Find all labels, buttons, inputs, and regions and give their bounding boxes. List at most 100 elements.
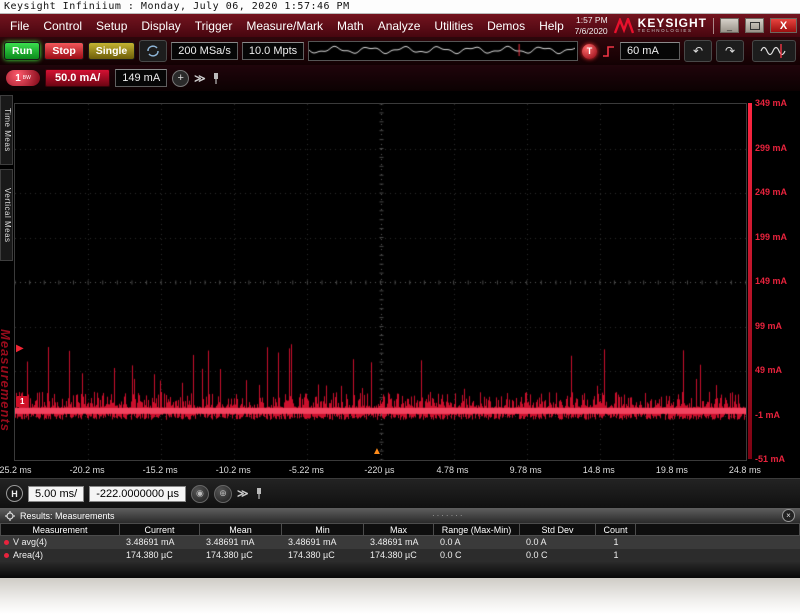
scope-canvas[interactable] [15,104,746,460]
menu-item[interactable]: Trigger [188,19,240,33]
column-header: Std Dev [520,523,596,536]
desktop-background [0,578,800,614]
table-row[interactable]: V avg(4) 3.48691 mA3.48691 mA3.48691 mA3… [0,536,800,549]
trigger-level-marker[interactable]: ▶ [16,344,24,354]
measurement-value: 174.380 µC [200,549,282,562]
y-axis-label: -51 mA [755,454,797,464]
column-header: Min [282,523,364,536]
scope-display-area: Time Meas Vertical Meas Measurements ▶ 1… [0,91,800,464]
trigger-source-button[interactable]: T [582,44,597,59]
table-row[interactable]: Area(4) 174.380 µC174.380 µC174.380 µC17… [0,549,800,562]
menu-bar: FileControlSetupDisplayTriggerMeasure/Ma… [0,14,800,37]
results-panel-bottom-fade [0,562,800,578]
timebase-field[interactable]: 5.00 ms/ [28,486,84,502]
gear-icon[interactable] [5,511,15,521]
trigger-edge-icon[interactable] [601,44,616,59]
channel-expand-button[interactable]: ≫ [194,72,206,85]
column-header: Count [596,523,636,536]
menu-item[interactable]: Control [36,19,89,33]
acquisition-toolbar: Run Stop Single 200 MSa/s 10.0 Mpts T 60… [0,37,800,65]
add-channel-button[interactable]: + [172,70,189,87]
x-axis-label: 9.78 ms [505,465,547,475]
channel-bw-tag: BW [23,76,31,81]
pin-icon[interactable] [211,72,221,85]
column-header-filler [636,523,800,536]
x-axis-label: 24.8 ms [724,465,766,475]
title-bar: Keysight Infiniium : Monday, July 06, 20… [0,0,800,14]
x-axis-labels: -25.2 ms-20.2 ms-15.2 ms-10.2 ms-5.22 ms… [0,465,766,475]
close-icon: X [780,20,787,32]
measurement-name: Area(4) [13,549,43,562]
channel-scale-strip[interactable] [748,103,752,459]
channel-scale-field[interactable]: 50.0 mA/ [45,69,110,87]
autoscale-button[interactable] [752,40,796,62]
pin-icon[interactable] [254,487,264,500]
menu-item[interactable]: Utilities [427,19,480,33]
keysight-spark-icon [614,18,634,34]
horizontal-position-field[interactable]: -222.0000000 µs [89,486,186,502]
horizontal-expand-button[interactable]: ≫ [237,487,249,500]
x-axis: -25.2 ms-20.2 ms-15.2 ms-10.2 ms-5.22 ms… [0,464,800,478]
acquisition-sync-button[interactable] [139,40,167,62]
channel-1-button[interactable]: 1 BW [6,70,40,86]
horizontal-zoom-icon[interactable]: ⊕ [214,485,232,503]
undo-icon: ↶ [693,44,703,58]
memory-depth-field[interactable]: 10.0 Mpts [242,42,304,60]
menu-item[interactable]: File [3,19,36,33]
menu-item[interactable]: Help [532,19,571,33]
channel-offset-field[interactable]: 149 mA [115,69,167,87]
redo-button[interactable]: ↷ [716,40,744,62]
menu-item[interactable]: Setup [89,19,134,33]
x-axis-label: -220 µs [358,465,400,475]
measurements-panel-tab[interactable]: Measurements [0,329,13,432]
horizontal-knob-icon[interactable]: ◉ [191,485,209,503]
menu-item[interactable]: Demos [480,19,532,33]
measurement-value: 174.380 µC [282,549,364,562]
sidebar-tab-time-meas[interactable]: Time Meas [0,95,13,165]
y-axis-label: 149 mA [755,276,797,286]
measurement-value: 3.48691 mA [200,536,282,549]
trigger-level-field[interactable]: 60 mA [620,42,680,60]
waveform-graticule[interactable] [14,103,747,461]
x-axis-label: -20.2 ms [66,465,108,475]
y-axis-label: 199 mA [755,232,797,242]
measurement-color-dot [4,540,9,545]
minimize-button[interactable]: _ [720,18,739,33]
title-text: Keysight Infiniium : Monday, July 06, 20… [4,1,350,12]
y-axis-label: 99 mA [755,321,797,331]
waveform-preview-strip[interactable] [308,41,578,61]
results-close-button[interactable]: × [782,509,795,522]
keysight-logo: KEYSIGHT TECHNOLOGIES [614,17,707,34]
sample-rate-field[interactable]: 200 MSa/s [171,42,238,60]
x-axis-label: -25.2 ms [0,465,35,475]
y-axis-label: 299 mA [755,143,797,153]
x-axis-label: 4.78 ms [432,465,474,475]
measurement-name: V avg(4) [13,536,47,549]
horizontal-controls-bar: H 5.00 ms/ -222.0000000 µs ◉ ⊕ ≫ [0,478,800,508]
close-button[interactable]: X [770,18,797,33]
horizontal-button[interactable]: H [6,485,23,502]
single-button[interactable]: Single [88,42,136,61]
menu-item[interactable]: Measure/Mark [239,19,330,33]
maximize-button[interactable] [745,18,764,33]
minimize-icon: _ [727,21,732,31]
menu-item[interactable]: Display [134,19,187,33]
results-panel-header[interactable]: Results: Measurements ······· × [0,508,800,523]
channel-ground-marker[interactable]: 1 [16,396,28,407]
undo-button[interactable]: ↶ [684,40,712,62]
time-reference-marker[interactable]: ▲ [372,447,382,457]
waveform-preview-canvas [309,42,575,58]
menu-item[interactable]: Analyze [371,19,428,33]
y-axis-labels: 349 mA299 mA249 mA199 mA149 mA99 mA49 mA… [755,98,797,464]
measurement-value: 1 [596,536,636,549]
x-axis-label: -10.2 ms [212,465,254,475]
results-drag-handle[interactable]: ······· [120,511,777,520]
row-filler [636,549,800,562]
x-axis-label: 19.8 ms [651,465,693,475]
sidebar-tab-vertical-meas[interactable]: Vertical Meas [0,169,13,261]
menu-item[interactable]: Math [330,19,371,33]
measurement-value: 3.48691 mA [364,536,434,549]
stop-button[interactable]: Stop [44,42,83,61]
channel-number: 1 [15,73,21,84]
run-button[interactable]: Run [4,42,40,61]
